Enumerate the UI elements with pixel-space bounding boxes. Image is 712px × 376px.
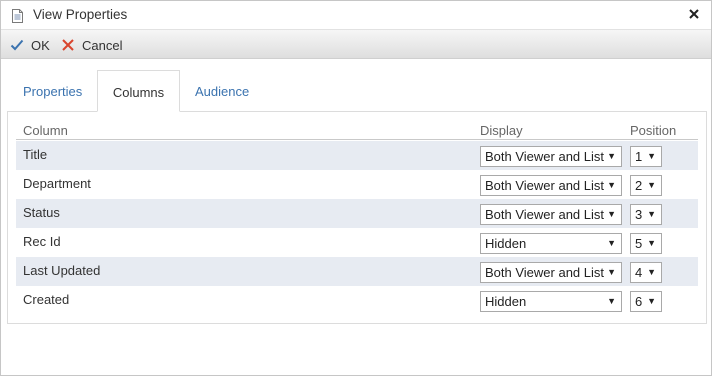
display-value: Both Viewer and List	[485, 149, 604, 164]
ok-label: OK	[31, 37, 50, 53]
dropdown-arrow-icon: ▼	[607, 238, 616, 248]
table-row: Rec Id Hidden ▼ 5 ▼	[16, 228, 698, 257]
display-select[interactable]: Both Viewer and List ▼	[480, 175, 622, 196]
cancel-label: Cancel	[82, 37, 123, 53]
position-value: 3	[635, 207, 643, 222]
dropdown-arrow-icon: ▼	[607, 151, 616, 161]
dropdown-arrow-icon: ▼	[647, 180, 656, 190]
cancel-button[interactable]: Cancel	[61, 37, 122, 53]
column-name: Last Updated	[23, 263, 101, 278]
x-icon	[62, 39, 74, 51]
position-value: 1	[635, 149, 643, 164]
display-select[interactable]: Hidden ▼	[480, 233, 622, 254]
position-value: 4	[635, 265, 643, 280]
display-value: Hidden	[485, 236, 527, 251]
display-select[interactable]: Both Viewer and List ▼	[480, 204, 622, 225]
position-value: 5	[635, 236, 643, 251]
table-row: Last Updated Both Viewer and List ▼ 4 ▼	[16, 257, 698, 286]
dropdown-arrow-icon: ▼	[647, 238, 656, 248]
dropdown-arrow-icon: ▼	[647, 267, 656, 277]
table-row: Department Both Viewer and List ▼ 2 ▼	[16, 170, 698, 199]
column-name: Rec Id	[23, 234, 61, 249]
column-name: Title	[23, 147, 48, 162]
close-button[interactable]	[687, 6, 701, 22]
view-properties-dialog: View Properties OK Cancel Properties Col…	[0, 0, 712, 376]
grid-header: Column Display Position	[16, 122, 698, 140]
title-bar: View Properties	[1, 1, 711, 30]
dropdown-arrow-icon: ▼	[607, 180, 616, 190]
tab-audience[interactable]: Audience	[195, 70, 249, 112]
tab-properties[interactable]: Properties	[23, 70, 82, 112]
column-name: Created	[23, 292, 70, 307]
dropdown-arrow-icon: ▼	[607, 267, 616, 277]
display-select[interactable]: Both Viewer and List ▼	[480, 262, 622, 283]
dropdown-arrow-icon: ▼	[647, 209, 656, 219]
dialog-title: View Properties	[33, 7, 128, 22]
dropdown-arrow-icon: ▼	[607, 209, 616, 219]
toolbar: OK Cancel	[1, 30, 711, 59]
position-value: 2	[635, 178, 643, 193]
table-row: Status Both Viewer and List ▼ 3 ▼	[16, 199, 698, 228]
dropdown-arrow-icon: ▼	[647, 151, 656, 161]
display-value: Both Viewer and List	[485, 265, 604, 280]
position-select[interactable]: 2 ▼	[630, 175, 662, 196]
header-position: Position	[630, 123, 677, 138]
display-select[interactable]: Hidden ▼	[480, 291, 622, 312]
column-name: Department	[23, 176, 91, 191]
display-value: Hidden	[485, 294, 527, 309]
display-value: Both Viewer and List	[485, 207, 604, 222]
dropdown-arrow-icon: ▼	[607, 296, 616, 306]
header-display: Display	[480, 123, 523, 138]
table-row: Created Hidden ▼ 6 ▼	[16, 286, 698, 315]
position-value: 6	[635, 294, 643, 309]
dropdown-arrow-icon: ▼	[647, 296, 656, 306]
position-select[interactable]: 6 ▼	[630, 291, 662, 312]
display-select[interactable]: Both Viewer and List ▼	[480, 146, 622, 167]
position-select[interactable]: 1 ▼	[630, 146, 662, 167]
header-column: Column	[23, 123, 68, 138]
table-row: Title Both Viewer and List ▼ 1 ▼	[16, 141, 698, 170]
document-icon	[12, 9, 23, 23]
position-select[interactable]: 5 ▼	[630, 233, 662, 254]
close-icon	[689, 9, 699, 19]
tab-columns[interactable]: Columns	[97, 70, 180, 112]
position-select[interactable]: 3 ▼	[630, 204, 662, 225]
ok-button[interactable]: OK	[10, 37, 50, 53]
column-name: Status	[23, 205, 60, 220]
display-value: Both Viewer and List	[485, 178, 604, 193]
position-select[interactable]: 4 ▼	[630, 262, 662, 283]
checkmark-icon	[10, 39, 24, 51]
tab-strip: Properties Columns Audience	[7, 70, 707, 112]
